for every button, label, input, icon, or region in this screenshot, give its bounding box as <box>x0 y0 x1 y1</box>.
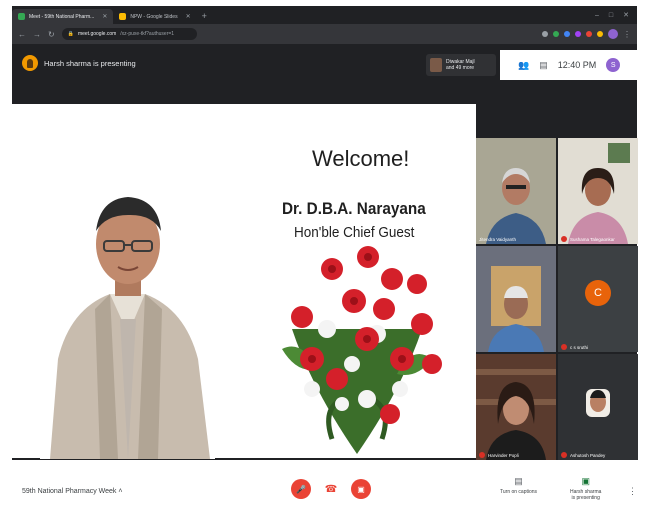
address-bar[interactable]: 🔒 meet.google.com/xz-puxe-tkf?authuser=1 <box>61 28 197 40</box>
screen: Meet - 59th National Pharm... ✕ NPW - Go… <box>0 0 649 506</box>
more-options-icon[interactable]: ⋮ <box>628 486 637 497</box>
menu-dots-icon[interactable]: ⋮ <box>623 30 631 39</box>
slide-title: Welcome! <box>312 146 410 171</box>
captions-icon: ▤ <box>514 476 523 486</box>
participant-label: Jitendra Vaidyanth <box>479 237 516 242</box>
browser-tab-strip: Meet - 59th National Pharm... ✕ NPW - Go… <box>12 6 637 24</box>
people-icon[interactable]: 👥 <box>518 60 529 71</box>
hang-up-icon: ☎ <box>324 483 338 495</box>
others-thumbnail[interactable]: Diwakar Majl and 49 more <box>426 54 496 76</box>
participant-tile[interactable]: C c s sruthi <box>558 246 638 352</box>
close-icon[interactable]: ✕ <box>186 13 191 20</box>
extension-icon[interactable] <box>586 31 592 37</box>
meet-right-controls: 👥 ▤ 12:40 PM S <box>500 50 637 80</box>
participant-label: Ashutosh Pandey <box>561 452 605 458</box>
participant-tile[interactable]: Ashutosh Pandey <box>558 354 638 460</box>
tab-slides[interactable]: NPW - Google Slides ✕ <box>113 9 196 24</box>
meet-header: Harsh sharma is presenting Diwakar Majl … <box>12 44 637 86</box>
reload-icon[interactable]: ↻ <box>48 30 55 39</box>
present-label: Harsh sharma is presenting <box>570 489 602 501</box>
chat-icon[interactable]: ▤ <box>539 60 548 71</box>
meeting-title[interactable]: 59th National Pharmacy Week ˄ <box>22 488 122 495</box>
url-path: /xz-puxe-tkf?authuser=1 <box>120 31 175 37</box>
url-host: meet.google.com <box>77 31 117 37</box>
minimize-button[interactable]: – <box>595 12 599 19</box>
muted-mic-icon <box>561 236 567 242</box>
participant-tile[interactable] <box>476 246 556 352</box>
muted-mic-icon <box>561 452 567 458</box>
presenter-avatar <box>22 55 38 71</box>
chevron-up-icon: ˄ <box>118 488 123 495</box>
muted-mic-icon <box>561 344 567 350</box>
new-tab-button[interactable]: + <box>197 9 212 24</box>
meeting-stage: Welcome! Dr. D.B.A. Narayana Hon'ble Chi… <box>12 86 638 460</box>
lock-icon: 🔒 <box>67 31 74 37</box>
extension-icon[interactable] <box>553 31 559 37</box>
meet-favicon-icon <box>18 13 25 20</box>
captions-button[interactable]: ▤ Turn on captions <box>500 476 537 495</box>
microphone-toggle-button[interactable]: 🎤 <box>291 479 311 499</box>
profile-avatar[interactable] <box>608 29 618 39</box>
participant-label: c s sruthi <box>561 344 588 350</box>
close-window-button[interactable]: ✕ <box>623 11 629 19</box>
maximize-button[interactable]: □ <box>609 12 613 19</box>
participant-label: Sushama Talegaonkar <box>561 236 615 242</box>
participant-video <box>476 246 556 352</box>
extension-icon[interactable] <box>542 31 548 37</box>
participant-initial-avatar: C <box>585 280 611 306</box>
mic-off-icon: 🎤 <box>296 484 306 494</box>
rose-bouquet-image <box>282 246 442 454</box>
present-now-button[interactable]: ▣ Harsh sharma is presenting <box>570 476 601 501</box>
leave-call-button[interactable]: ☎ <box>321 479 341 499</box>
present-screen-icon: ▣ <box>581 476 590 486</box>
tab-meet[interactable]: Meet - 59th National Pharm... ✕ <box>12 9 114 24</box>
guest-name: Dr. D.B.A. Narayana <box>282 199 426 218</box>
participant-video <box>476 354 556 460</box>
participant-grid: Jitendra Vaidyanth Sushama Talegaonkar C… <box>476 138 638 460</box>
participant-video <box>558 138 638 244</box>
window-controls: – □ ✕ <box>595 6 637 24</box>
participant-tile[interactable]: Sushama Talegaonkar <box>558 138 638 244</box>
browser-toolbar: ← → ↻ 🔒 meet.google.com/xz-puxe-tkf?auth… <box>12 24 637 44</box>
meet-bottom-bar: 59th National Pharmacy Week ˄ 🎤 ☎ ▣ ▤ Tu… <box>12 460 637 506</box>
extension-icon[interactable] <box>597 31 603 37</box>
extension-icon[interactable] <box>564 31 570 37</box>
participant-tile[interactable]: Harvinder Popli <box>476 354 556 460</box>
participant-thumbnail <box>430 58 442 72</box>
participant-label: Harvinder Popli <box>479 452 519 458</box>
extensions-area: ⋮ <box>542 29 631 39</box>
participant-tile[interactable]: Jitendra Vaidyanth <box>476 138 556 244</box>
extension-icon[interactable] <box>575 31 581 37</box>
tab-label: NPW - Google Slides <box>130 13 178 20</box>
captions-label: Turn on captions <box>500 489 538 495</box>
close-icon[interactable]: ✕ <box>102 13 107 20</box>
forward-arrow-icon[interactable]: → <box>33 30 41 39</box>
clock-time: 12:40 PM <box>557 60 597 70</box>
user-avatar[interactable]: S <box>606 58 621 72</box>
camera-toggle-button[interactable]: ▣ <box>351 479 371 499</box>
muted-mic-icon <box>479 452 485 458</box>
slides-favicon-icon <box>119 13 127 20</box>
back-arrow-icon[interactable]: ← <box>18 30 26 39</box>
participant-video <box>558 354 638 460</box>
presenter-indicator: Harsh sharma is presenting <box>22 55 136 71</box>
presenting-text: Harsh sharma is presenting <box>44 58 136 68</box>
others-text: Diwakar Majl and 49 more <box>446 59 475 71</box>
camera-off-icon: ▣ <box>357 484 365 494</box>
presentation-slide: Welcome! Dr. D.B.A. Narayana Hon'ble Chi… <box>12 104 476 459</box>
participant-video <box>476 138 556 244</box>
guest-portrait-image <box>40 159 215 459</box>
tab-label: Meet - 59th National Pharm... <box>29 13 95 20</box>
